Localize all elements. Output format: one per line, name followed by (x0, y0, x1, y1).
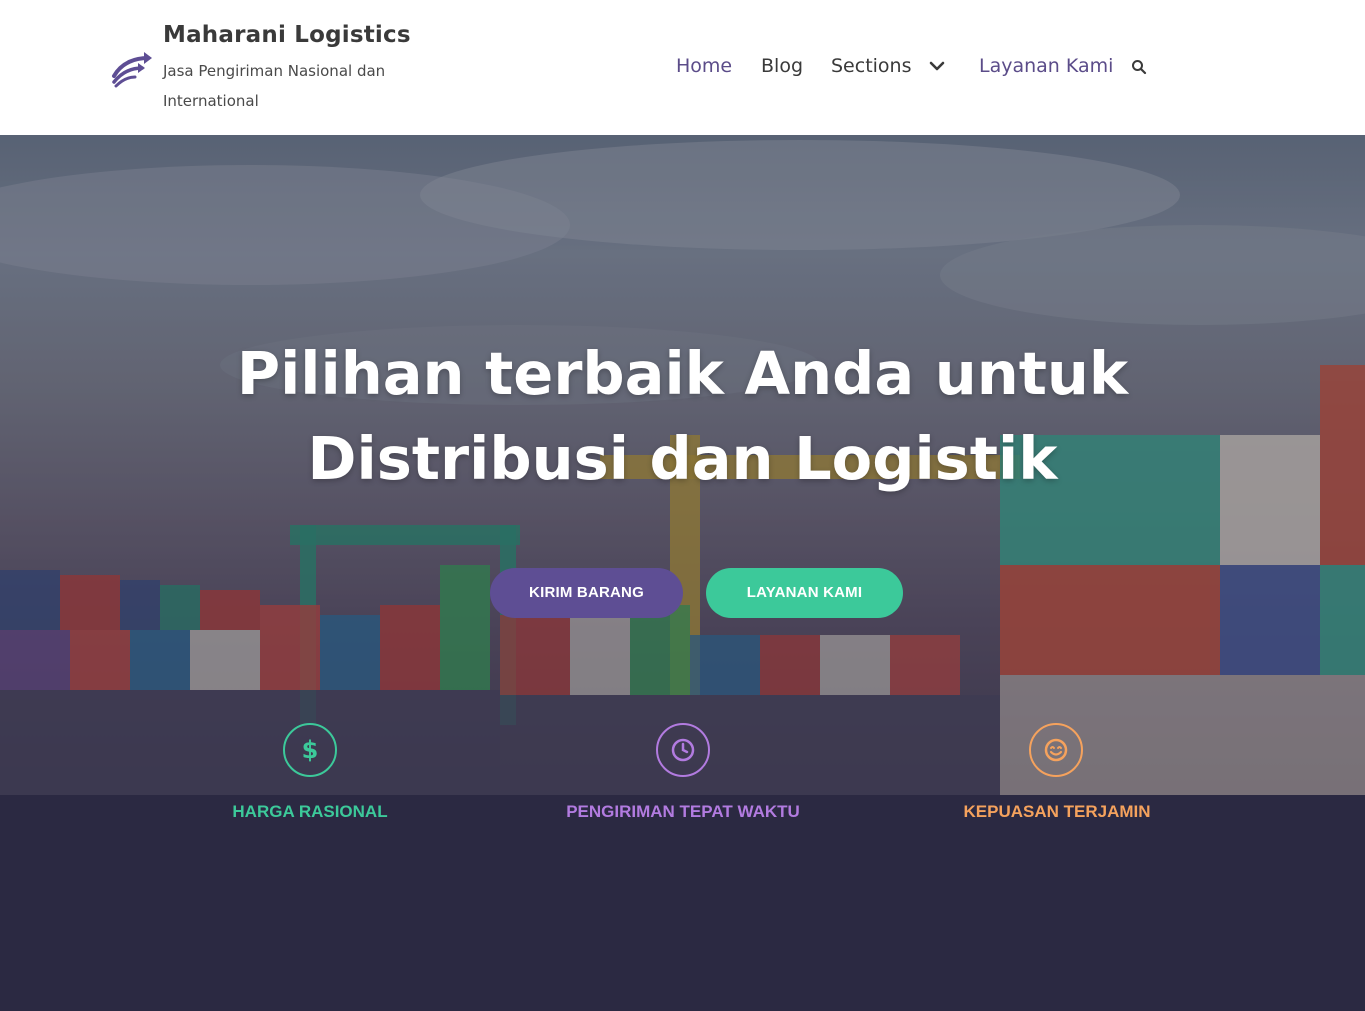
nav-item-layanan-kami[interactable]: Layanan Kami (979, 52, 1113, 80)
nav-item-sections[interactable]: Sections (831, 52, 912, 80)
smile-icon (1029, 723, 1083, 777)
kirim-barang-button[interactable]: KIRIM BARANG (490, 568, 683, 618)
hero-section: Pilihan terbaik Anda untuk Distribusi da… (0, 135, 1365, 795)
hero-heading: Pilihan terbaik Anda untuk Distribusi da… (180, 331, 1185, 501)
feature-label: PENGIRIMAN TEPAT WAKTU (566, 802, 800, 821)
feature-label: KEPUASAN TERJAMIN (963, 802, 1151, 821)
hero-heading-line1: Pilihan terbaik Anda untuk (236, 339, 1129, 408)
site-tagline: Jasa Pengiriman Nasional dan Internation… (163, 62, 386, 110)
hero-heading-line2: Distribusi dan Logistik (307, 424, 1058, 493)
clock-icon (656, 723, 710, 777)
site-title[interactable]: Maharani Logistics (163, 22, 411, 48)
nav-item-home[interactable]: Home (676, 52, 732, 80)
site-header: Maharani Logistics Jasa Pengiriman Nasio… (0, 0, 1365, 135)
search-icon[interactable] (1131, 59, 1147, 75)
feature-label: HARGA RASIONAL (232, 802, 388, 821)
arrows-logo-icon[interactable] (110, 48, 156, 88)
chevron-down-icon[interactable] (928, 58, 946, 74)
nav-item-blog[interactable]: Blog (761, 52, 803, 80)
dollar-icon: $ (283, 723, 337, 777)
layanan-kami-button[interactable]: LAYANAN KAMI (706, 568, 903, 618)
